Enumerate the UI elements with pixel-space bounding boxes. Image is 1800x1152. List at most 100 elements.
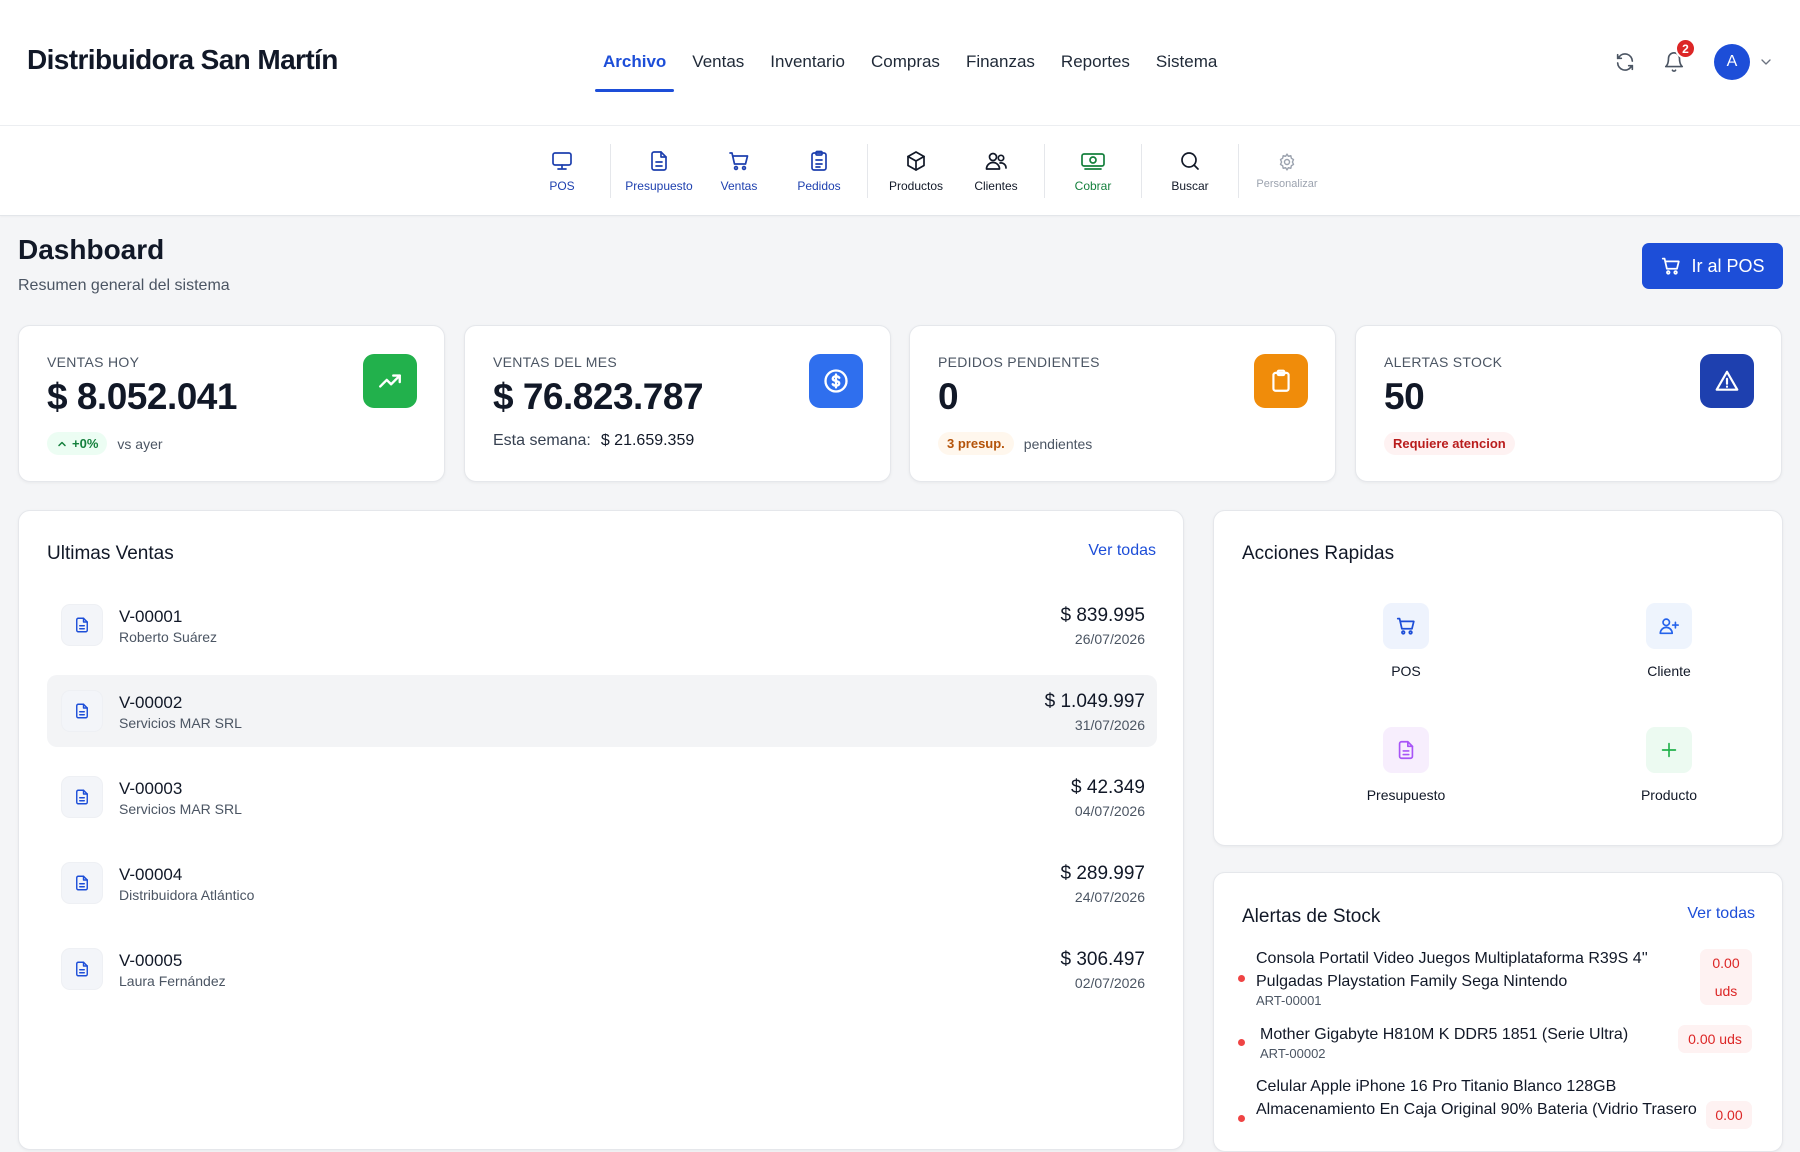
sale-number: V-00003 — [119, 779, 183, 798]
clipboard-icon — [1254, 354, 1308, 408]
nav-reportes[interactable]: Reportes — [1048, 0, 1143, 126]
main-nav: Archivo Ventas Inventario Compras Finanz… — [590, 0, 1230, 126]
stock-alert-item[interactable]: Celular Apple iPhone 16 Pro Titanio Blan… — [1238, 1075, 1752, 1135]
tool-presupuesto-label: Presupuesto — [625, 179, 693, 193]
stat-label: PEDIDOS PENDIENTES — [938, 354, 1100, 370]
quick-action-producto[interactable]: Producto — [1599, 727, 1739, 817]
gear-icon — [1279, 153, 1295, 171]
dollar-circle-icon — [809, 354, 863, 408]
notifications-button[interactable]: 2 — [1656, 38, 1696, 80]
tool-cobrar[interactable]: Cobrar — [1053, 126, 1133, 216]
pending-note: pendientes — [1023, 435, 1093, 452]
document-icon — [61, 690, 103, 732]
nav-ventas[interactable]: Ventas — [679, 0, 757, 126]
stat-card-ventas-mes: VENTAS DEL MES $ 76.823.787 Esta semana:… — [464, 325, 891, 482]
nav-compras[interactable]: Compras — [858, 0, 953, 126]
nav-inventario[interactable]: Inventario — [757, 0, 858, 126]
box-icon — [907, 151, 925, 171]
quick-action-label: Producto — [1640, 787, 1698, 803]
cart-icon — [729, 152, 749, 171]
stat-value: $ 76.823.787 — [493, 376, 704, 417]
stat-value: $ 8.052.041 — [47, 376, 237, 417]
sale-date: 24/07/2026 — [1074, 889, 1145, 905]
refresh-icon — [1616, 53, 1634, 71]
sale-number: V-00005 — [119, 951, 183, 970]
tool-clientes[interactable]: Clientes — [956, 126, 1036, 216]
nav-archivo[interactable]: Archivo — [590, 0, 679, 126]
tool-pos[interactable]: POS — [522, 126, 602, 216]
sale-number: V-00004 — [119, 865, 183, 884]
alert-quantity-badge: 0.00 uds — [1700, 949, 1752, 1005]
tool-presupuesto[interactable]: Presupuesto — [619, 126, 699, 216]
alert-product-name: Celular Apple iPhone 16 Pro Titanio Blan… — [1256, 1075, 1722, 1121]
user-menu-toggle[interactable] — [1754, 44, 1778, 80]
alert-product-name: Consola Portatil Video Juegos Multiplata… — [1256, 947, 1676, 993]
week-value: $ 21.659.359 — [600, 432, 695, 449]
sale-row[interactable]: V-00002 Servicios MAR SRL $ 1.049.997 31… — [47, 675, 1157, 747]
change-note: vs ayer — [117, 435, 163, 452]
stat-card-alertas-stock: ALERTAS STOCK 50 Requiere atencion — [1355, 325, 1782, 482]
presupuestos-badge: 3 presup. — [938, 432, 1014, 455]
page-title: Dashboard — [18, 234, 165, 265]
sale-row[interactable]: V-00003 Servicios MAR SRL $ 42.349 04/07… — [47, 761, 1157, 833]
sale-amount: $ 1.049.997 — [1044, 691, 1145, 712]
week-label: Esta semana: — [493, 432, 591, 449]
sale-client: Servicios MAR SRL — [119, 715, 242, 731]
tool-productos[interactable]: Productos — [876, 126, 956, 216]
chevron-up-icon — [58, 441, 66, 446]
toolbar-divider — [610, 144, 611, 198]
stock-alert-item[interactable]: Consola Portatil Video Juegos Multiplata… — [1238, 947, 1752, 1013]
tool-ventas[interactable]: Ventas — [699, 126, 779, 216]
cash-icon — [1081, 153, 1105, 170]
alert-dot — [1238, 1115, 1245, 1122]
toolbar-divider — [1044, 144, 1045, 198]
monitor-icon — [552, 152, 572, 170]
sale-client: Servicios MAR SRL — [119, 801, 242, 817]
alert-product-name-line: Almacenamiento En Caja Original 90% Bate… — [1256, 1101, 1697, 1118]
go-to-pos-label: Ir al POS — [1691, 255, 1765, 276]
panel-title: Acciones Rapidas — [1242, 543, 1395, 564]
sale-number: V-00002 — [119, 693, 183, 712]
sale-date: 02/07/2026 — [1074, 975, 1145, 991]
stock-alert-item[interactable]: Mother Gigabyte H810M K DDR5 1851 (Serie… — [1238, 1023, 1752, 1063]
sale-amount: $ 42.349 — [1071, 777, 1145, 798]
toolbar-divider — [1141, 144, 1142, 198]
tool-pedidos-label: Pedidos — [797, 179, 841, 193]
tool-personalizar-label: Personalizar — [1256, 178, 1318, 190]
stat-footer: Esta semana: $ 21.659.359 — [493, 432, 694, 450]
view-all-sales-link[interactable]: Ver todas — [1088, 542, 1156, 560]
warning-icon — [1700, 354, 1754, 408]
users-icon — [985, 152, 1007, 170]
view-all-alerts-link[interactable]: Ver todas — [1687, 905, 1755, 923]
stat-footer: Requiere atencion — [1384, 432, 1525, 455]
change-value: +0% — [72, 436, 99, 451]
document-icon — [61, 776, 103, 818]
alert-product-name: Mother Gigabyte H810M K DDR5 1851 (Serie… — [1260, 1026, 1629, 1043]
quick-action-cliente[interactable]: Cliente — [1599, 603, 1739, 693]
sale-row[interactable]: V-00004 Distribuidora Atlántico $ 289.99… — [47, 847, 1157, 919]
cart-icon — [1662, 257, 1681, 275]
plus-icon — [1646, 727, 1692, 773]
sale-amount: $ 289.997 — [1060, 863, 1145, 884]
change-badge: +0% — [47, 432, 108, 455]
tool-pedidos[interactable]: Pedidos — [779, 126, 859, 216]
sale-row[interactable]: V-00005 Laura Fernández $ 306.497 02/07/… — [47, 933, 1157, 1005]
nav-sistema[interactable]: Sistema — [1143, 0, 1230, 126]
sale-row[interactable]: V-00001 Roberto Suárez $ 839.995 26/07/2… — [47, 589, 1157, 661]
quick-action-pos[interactable]: POS — [1336, 603, 1476, 693]
quick-action-presupuesto[interactable]: Presupuesto — [1336, 727, 1476, 817]
stat-label: VENTAS HOY — [47, 354, 140, 370]
sale-number: V-00001 — [119, 607, 183, 626]
top-bar: Distribuidora San Martín Archivo Ventas … — [0, 0, 1800, 126]
nav-finanzas[interactable]: Finanzas — [953, 0, 1048, 126]
tool-buscar[interactable]: Buscar — [1150, 126, 1230, 216]
user-avatar[interactable]: A — [1714, 44, 1750, 80]
go-to-pos-button[interactable]: Ir al POS — [1642, 243, 1783, 289]
quick-action-label: Presupuesto — [1366, 787, 1446, 803]
tool-pos-label: POS — [549, 179, 575, 193]
refresh-button[interactable] — [1607, 44, 1643, 80]
tool-personalizar[interactable]: Personalizar — [1247, 126, 1327, 216]
tool-cobrar-label: Cobrar — [1074, 179, 1112, 193]
document-icon — [61, 862, 103, 904]
user-plus-icon — [1646, 603, 1692, 649]
